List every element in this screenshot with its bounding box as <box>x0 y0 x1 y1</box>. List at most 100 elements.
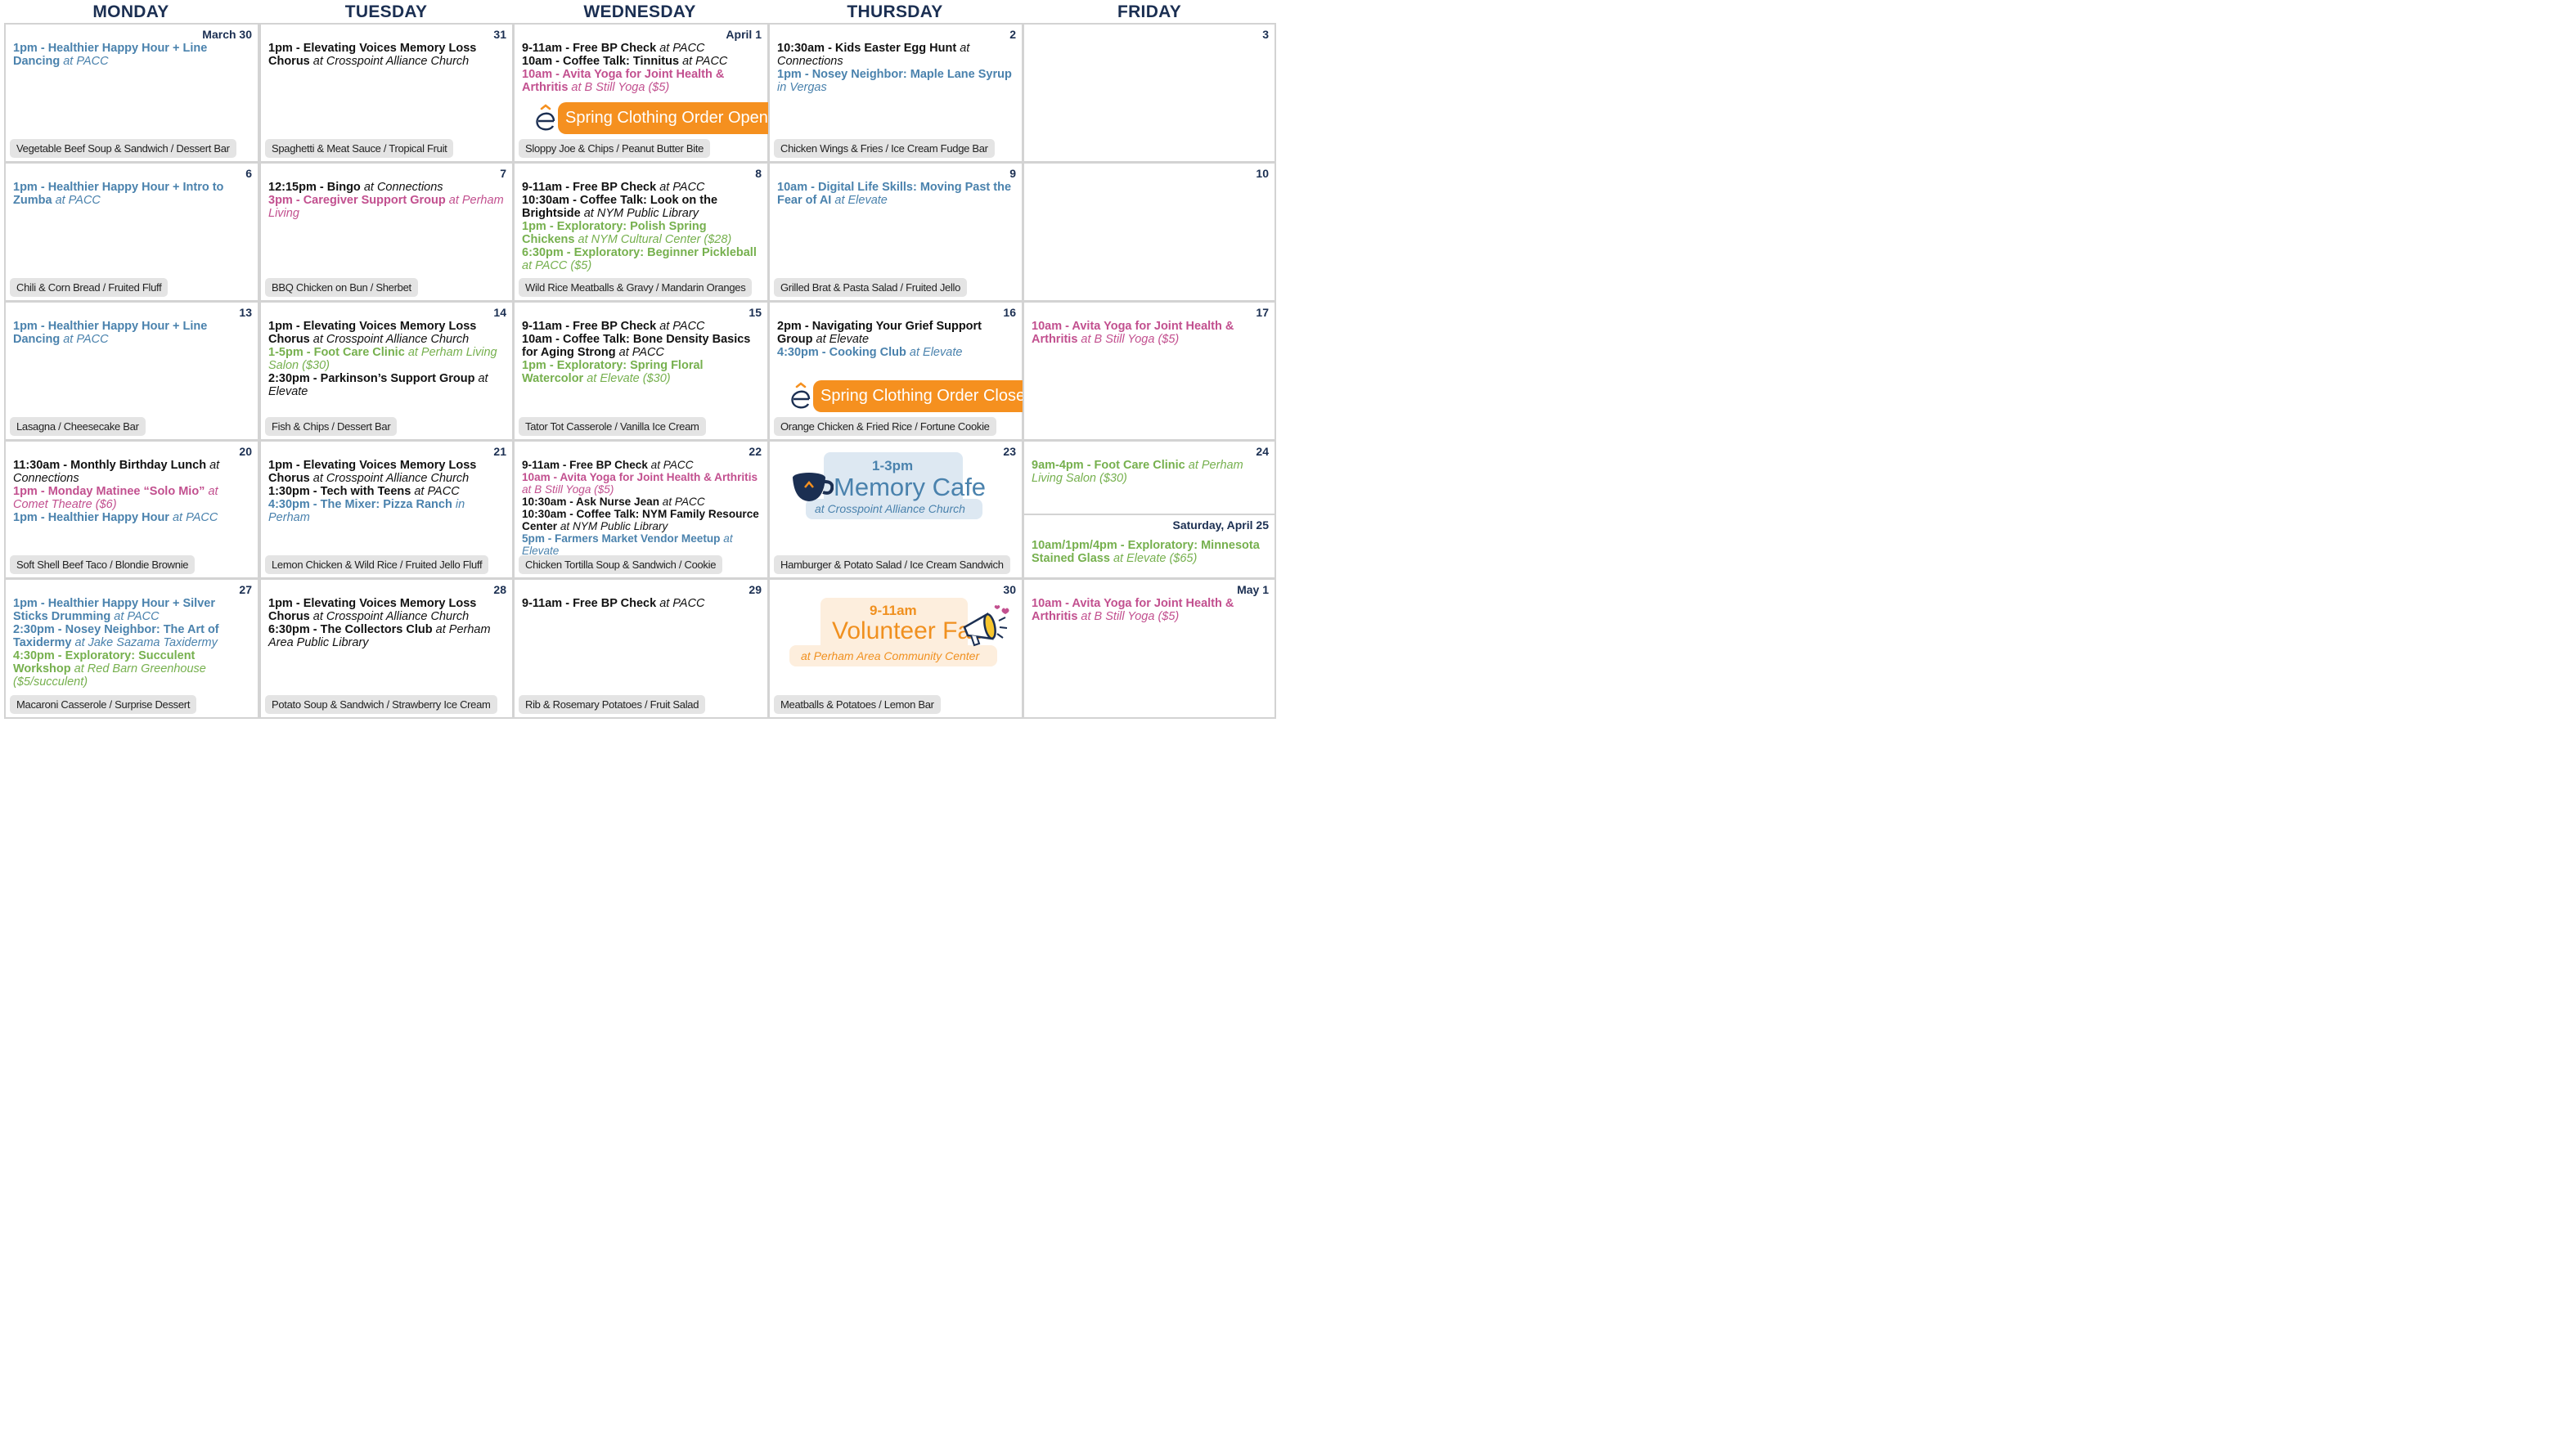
day-number: 17 <box>1256 306 1269 319</box>
calendar-event: 10:30am - Coffee Talk: Look on the Brigh… <box>522 194 761 220</box>
day-header-monday: MONDAY <box>92 2 169 21</box>
day-cell: May 1 10am - Avita Yoga for Joint Health … <box>1023 578 1276 719</box>
event-list: 9-11am - Free BP Check at PACC 10am - Cof… <box>522 42 761 94</box>
day-number: 14 <box>493 306 506 319</box>
event-location: in Vergas <box>777 81 827 94</box>
event-location: at PACC <box>682 55 728 68</box>
day-header-friday: FRIDAY <box>1117 2 1182 21</box>
day-number: 30 <box>1003 583 1016 596</box>
lunch-menu-badge: Tator Tot Casserole / Vanilla Ice Cream <box>519 417 706 436</box>
event-title: 1pm - Healthier Happy Hour + Intro to Zu… <box>13 181 224 207</box>
calendar-event: 10am/1pm/4pm - Exploratory: Minnesota St… <box>1032 539 1268 565</box>
day-cell: 28 1pm - Elevating Voices Memory Loss Cho… <box>259 578 514 719</box>
event-list: 1pm - Elevating Voices Memory Loss Choru… <box>268 320 506 398</box>
lunch-menu-badge: Rib & Rosemary Potatoes / Fruit Salad <box>519 695 706 714</box>
event-list: 9-11am - Free BP Check at PACC <box>522 597 761 610</box>
calendar-event: 4:30pm - The Mixer: Pizza Ranch in Perha… <box>268 498 506 524</box>
calendar-event: 9am-4pm - Foot Care Clinic at Perham Liv… <box>1032 459 1268 485</box>
calendar-event: 10am - Avita Yoga for Joint Health & Art… <box>1032 597 1268 623</box>
event-location: at NYM Public Library <box>583 207 699 220</box>
calendar-event: 3pm - Caregiver Support Group at Perham … <box>268 194 506 220</box>
calendar-event: 4:30pm - Cooking Club at Elevate <box>777 346 1015 359</box>
lunch-menu-badge: Orange Chicken & Fried Rice / Fortune Co… <box>774 417 996 436</box>
event-list: 10:30am - Kids Easter Egg Hunt at Connec… <box>777 42 1015 94</box>
lunch-menu-badge: Chili & Corn Bread / Fruited Fluff <box>10 278 169 297</box>
day-cell: 3 <box>1023 23 1276 163</box>
event-location: at PACC <box>662 496 705 508</box>
event-location: at Elevate <box>909 346 963 359</box>
day-cell: 16 2pm - Navigating Your Grief Support Gr… <box>768 301 1041 441</box>
day-number: 16 <box>1003 306 1016 319</box>
event-title: 3pm - Caregiver Support Group <box>268 194 449 207</box>
event-title: 1-5pm - Foot Care Clinic <box>268 346 408 359</box>
calendar-event: 10:30am - Ask Nurse Jean at PACC <box>522 496 761 508</box>
event-title: 5pm - Farmers Market Vendor Meetup <box>522 532 724 545</box>
lunch-menu-badge: Hamburger & Potato Salad / Ice Cream San… <box>774 555 1010 574</box>
day-number: 10 <box>1256 167 1269 180</box>
calendar-event: 9-11am - Free BP Check at PACC <box>522 320 761 333</box>
volunteer-fair-time: 9-11am <box>870 603 917 618</box>
event-location: at PACC <box>659 597 705 610</box>
lunch-menu-badge: Chicken Wings & Fries / Ice Cream Fudge … <box>774 139 995 158</box>
event-list: 10am - Avita Yoga for Joint Health & Art… <box>1032 320 1268 346</box>
day-header-tuesday: TUESDAY <box>344 2 428 21</box>
day-number: 31 <box>493 28 506 41</box>
event-list: 10am - Digital Life Skills: Moving Past … <box>777 181 1015 207</box>
calendar-event: 11:30am - Monthly Birthday Lunch at Conn… <box>13 459 251 485</box>
calendar-event: 1pm - Elevating Voices Memory Loss Choru… <box>268 459 506 485</box>
event-location: at NYM Cultural Center ($28) <box>578 233 732 246</box>
calendar-event: 10am - Digital Life Skills: Moving Past … <box>777 181 1015 207</box>
event-location: at Elevate ($65) <box>1113 552 1198 565</box>
event-list: 1pm - Healthier Happy Hour + Line Dancin… <box>13 42 251 68</box>
calendar-event: 1pm - Healthier Happy Hour + Silver Stic… <box>13 597 251 623</box>
event-location: at PACC <box>618 346 665 359</box>
event-location: at Crosspoint Alliance Church <box>312 333 470 346</box>
day-cell: 13 1pm - Healthier Happy Hour + Line Danc… <box>4 301 259 441</box>
event-location: at PACC <box>414 485 460 498</box>
calendar-event: 2:30pm - Nosey Neighbor: The Art of Taxi… <box>13 623 251 649</box>
event-title: 9-11am - Free BP Check <box>522 181 660 194</box>
lunch-menu-badge: Sloppy Joe & Chips / Peanut Butter Bite <box>519 139 711 158</box>
calendar-event: 2pm - Navigating Your Grief Support Grou… <box>777 320 1015 346</box>
day-header-wednesday: WEDNESDAY <box>583 2 696 21</box>
saturday-heading: Saturday, April 25 <box>1172 518 1269 532</box>
lunch-menu-badge: BBQ Chicken on Bun / Sherbet <box>265 278 418 297</box>
event-location: at NYM Public Library <box>560 520 668 532</box>
event-location: at PACC <box>659 181 705 194</box>
day-cell: 15 9-11am - Free BP Check at PACC 10am - C… <box>513 301 769 441</box>
day-header-thursday: THURSDAY <box>847 2 943 21</box>
calendar-event: 1pm - Exploratory: Spring Floral Waterco… <box>522 359 761 385</box>
event-list: 1pm - Healthier Happy Hour + Line Dancin… <box>13 320 251 346</box>
event-title: 1:30pm - Tech with Teens <box>268 485 415 498</box>
event-location: at Jake Sazama Taxidermy <box>74 636 218 649</box>
coffee-cup-icon <box>793 473 834 501</box>
event-location: at B Still Yoga ($5) <box>522 483 614 496</box>
lunch-menu-badge: Spaghetti & Meat Sauce / Tropical Fruit <box>265 139 454 158</box>
calendar-event: 5pm - Farmers Market Vendor Meetup at El… <box>522 532 761 557</box>
day-number: 9 <box>1009 167 1016 180</box>
calendar-event: 9-11am - Free BP Check at PACC <box>522 42 761 55</box>
day-cell: 9 10am - Digital Life Skills: Moving Past… <box>768 162 1023 302</box>
elevate-logo-icon <box>536 104 555 131</box>
event-location: at Elevate <box>816 333 870 346</box>
day-cell: 8 9-11am - Free BP Check at PACC 10:30am -… <box>513 162 769 302</box>
day-number: 7 <box>500 167 506 180</box>
calendar-event: 6:30pm - Exploratory: Beginner Picklebal… <box>522 246 761 272</box>
event-location: at PACC ($5) <box>522 259 592 272</box>
day-number: 29 <box>749 583 762 596</box>
calendar-event: 9-11am - Free BP Check at PACC <box>522 597 761 610</box>
event-list: 12:15pm - Bingo at Connections 3pm - Care… <box>268 181 506 220</box>
calendar-event: 1:30pm - Tech with Teens at PACC <box>268 485 506 498</box>
calendar-event: 1pm - Nosey Neighbor: Maple Lane Syrup i… <box>777 68 1015 94</box>
event-title: 6:30pm - Exploratory: Beginner Picklebal… <box>522 246 757 259</box>
lunch-menu-badge: Soft Shell Beef Taco / Blondie Brownie <box>10 555 196 574</box>
calendar-event: 1pm - Elevating Voices Memory Loss Choru… <box>268 42 506 68</box>
event-location: at PACC <box>650 459 694 471</box>
calendar-event: 1pm - Healthier Happy Hour at PACC <box>13 511 251 524</box>
event-title: 10am - Digital Life Skills: Moving Past … <box>777 181 1012 207</box>
lunch-menu-badge: Meatballs & Potatoes / Lemon Bar <box>774 695 941 714</box>
memory-cafe-time: 1-3pm <box>872 458 914 473</box>
day-number: 22 <box>749 445 762 458</box>
lunch-menu-badge: Grilled Brat & Pasta Salad / Fruited Jel… <box>774 278 968 297</box>
event-title: 12:15pm - Bingo <box>268 181 364 194</box>
